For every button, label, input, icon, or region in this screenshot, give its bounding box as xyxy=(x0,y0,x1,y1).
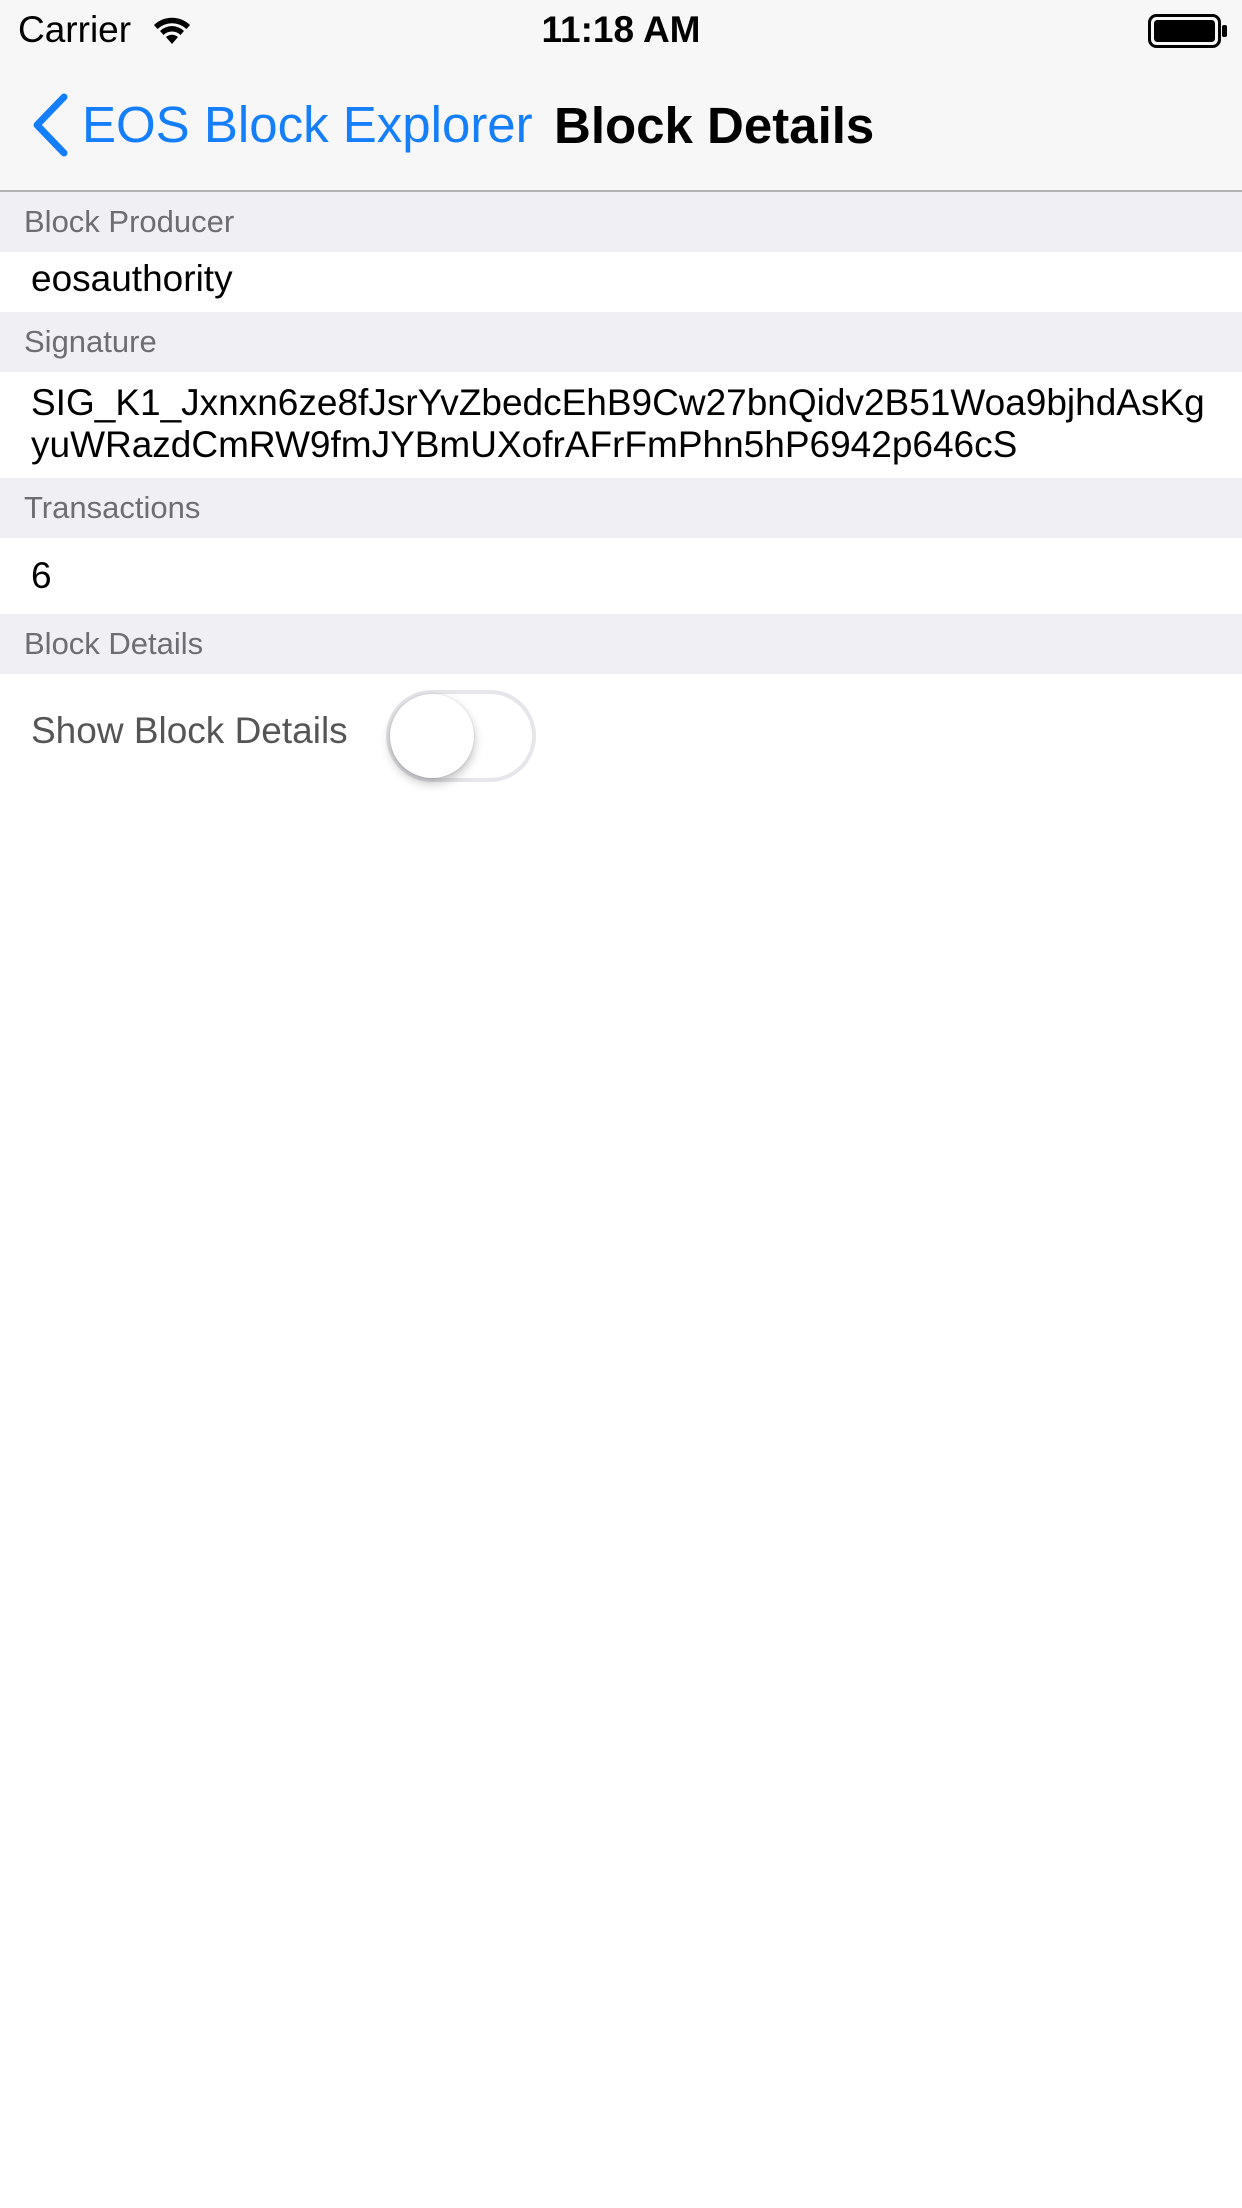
back-button-label: EOS Block Explorer xyxy=(82,96,533,153)
show-block-details-cell: Show Block Details xyxy=(0,674,1242,794)
back-button[interactable]: EOS Block Explorer xyxy=(30,90,533,160)
page-title: Block Details xyxy=(554,97,875,154)
transactions-cell[interactable]: 6 xyxy=(0,538,1242,614)
section-header-signature: Signature xyxy=(0,312,1242,372)
toggle-knob xyxy=(390,694,474,778)
navigation-bar: EOS Block Explorer Block Details xyxy=(0,60,1242,192)
show-block-details-toggle[interactable] xyxy=(386,690,536,782)
section-header-transactions: Transactions xyxy=(0,478,1242,538)
signature-value-line-2: yuWRazdCmRW9fmJYBmUXofrAFrFmPhn5hP6942p6… xyxy=(31,424,1018,465)
chevron-left-icon xyxy=(33,93,68,157)
status-time: 11:18 AM xyxy=(541,9,701,50)
show-block-details-label: Show Block Details xyxy=(31,710,348,751)
section-header-producer: Block Producer xyxy=(0,192,1242,252)
producer-value: eosauthority xyxy=(31,258,233,299)
signature-value-line-1: SIG_K1_Jxnxn6ze8fJsrYvZbedcEhB9Cw27bnQid… xyxy=(31,382,1205,423)
details-table: Block Producer eosauthority Signature SI… xyxy=(0,192,1242,794)
status-bar: Carrier 11:18 AM xyxy=(0,0,1242,60)
battery-icon xyxy=(1148,14,1227,48)
transactions-value: 6 xyxy=(31,555,52,596)
section-header-block-details: Block Details xyxy=(0,614,1242,674)
signature-cell[interactable]: SIG_K1_Jxnxn6ze8fJsrYvZbedcEhB9Cw27bnQid… xyxy=(0,372,1242,478)
producer-cell[interactable]: eosauthority xyxy=(0,252,1242,312)
